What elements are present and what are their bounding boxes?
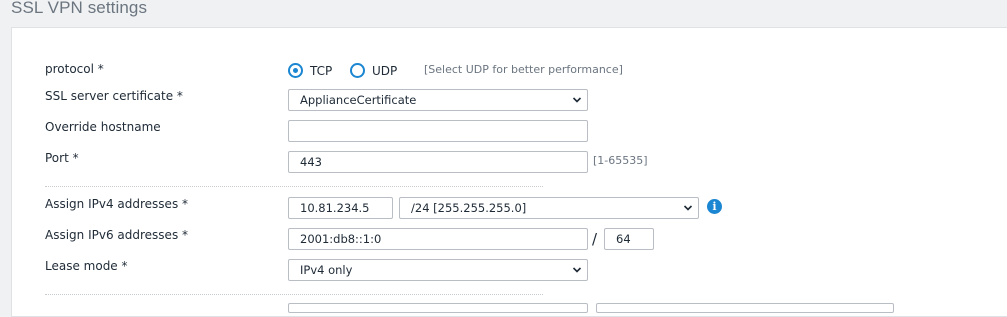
chevron-down-icon — [572, 267, 582, 273]
next-field-input[interactable] — [288, 303, 588, 313]
lease-mode-value: IPv4 only — [300, 263, 353, 277]
prefix-separator: / — [592, 230, 598, 248]
certificate-label: SSL server certificate * — [45, 89, 183, 103]
udp-radio-label[interactable]: UDP — [372, 64, 397, 78]
chevron-down-icon — [572, 97, 582, 103]
section-divider — [45, 294, 543, 295]
section-divider — [45, 186, 543, 187]
port-input[interactable] — [288, 151, 588, 173]
override-hostname-label: Override hostname — [45, 120, 161, 134]
udp-radio[interactable] — [350, 63, 365, 78]
ipv6-address-input[interactable] — [288, 228, 588, 250]
certificate-select[interactable]: ApplianceCertificate — [288, 89, 588, 111]
next-field-select[interactable] — [596, 303, 894, 313]
protocol-label: protocol * — [45, 62, 104, 76]
certificate-value: ApplianceCertificate — [300, 93, 417, 107]
ipv4-address-input[interactable] — [288, 197, 393, 219]
port-hint: [1-65535] — [593, 154, 648, 167]
tcp-radio[interactable] — [288, 63, 303, 78]
ipv6-label: Assign IPv6 addresses * — [45, 228, 189, 242]
override-hostname-input[interactable] — [288, 120, 588, 142]
ipv6-prefix-input[interactable] — [604, 228, 654, 250]
protocol-hint: [Select UDP for better performance] — [424, 63, 623, 76]
ipv4-netmask-value: /24 [255.255.255.0] — [411, 201, 527, 215]
port-label: Port * — [45, 151, 79, 165]
ipv4-netmask-select[interactable]: /24 [255.255.255.0] — [399, 197, 699, 219]
page-title: SSL VPN settings — [11, 0, 148, 17]
tcp-radio-label[interactable]: TCP — [310, 64, 332, 78]
lease-mode-select[interactable]: IPv4 only — [288, 259, 588, 281]
info-icon[interactable]: i — [707, 199, 722, 214]
lease-mode-label: Lease mode * — [45, 259, 128, 273]
ipv4-label: Assign IPv4 addresses * — [45, 197, 189, 211]
chevron-down-icon — [683, 205, 693, 211]
